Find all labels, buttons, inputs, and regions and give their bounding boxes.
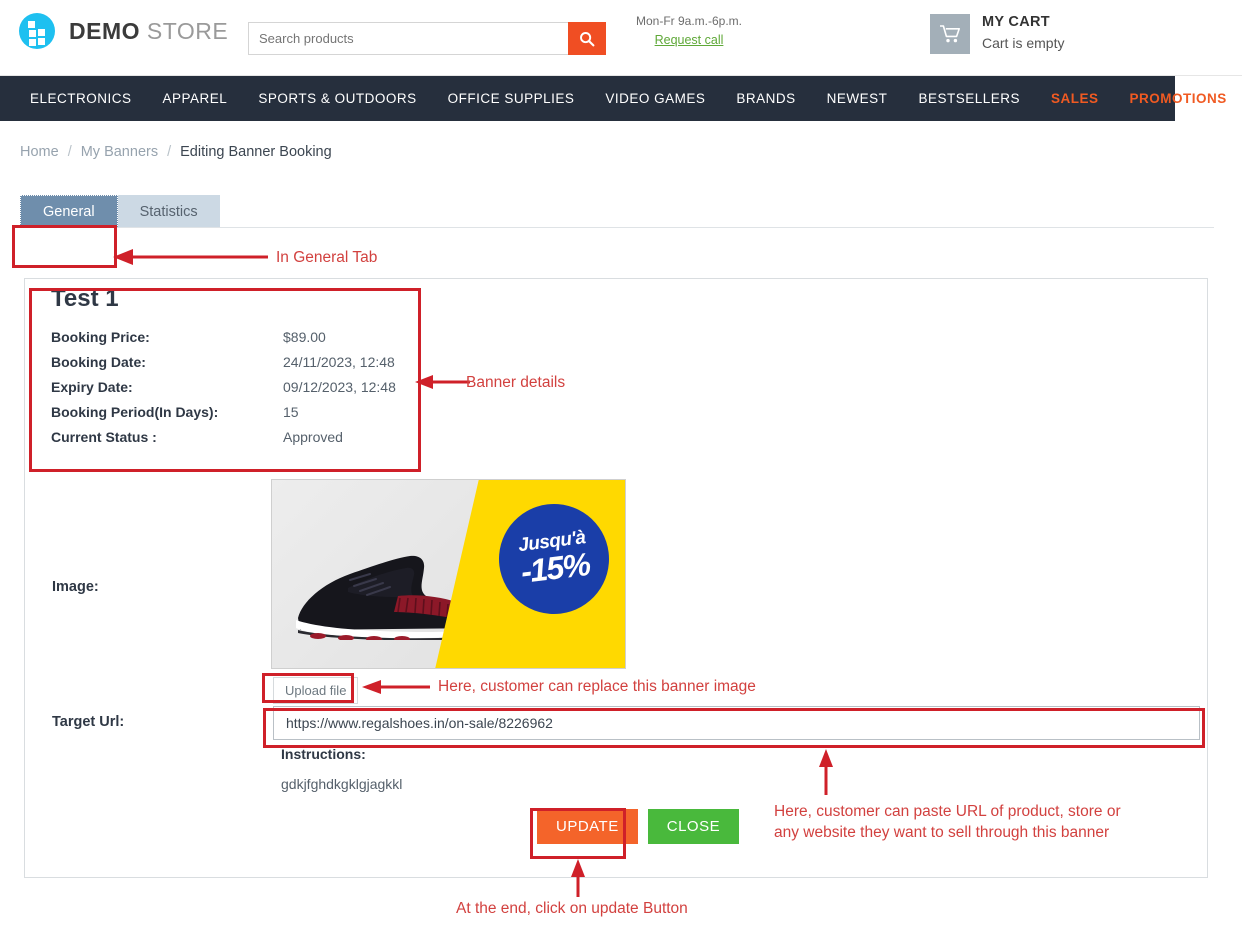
- instructions-text: gdkjfghdkgklgjagkkl: [281, 776, 403, 792]
- site-header: DEMO STORE Mon-Fr 9a.m.-6p.m. Request ca…: [0, 0, 1242, 76]
- detail-label: Booking Period(In Days):: [51, 404, 219, 420]
- target-url-input[interactable]: [273, 706, 1200, 740]
- breadcrumb-my-banners[interactable]: My Banners: [81, 144, 158, 160]
- nav-item-newest[interactable]: NEWEST: [827, 91, 888, 106]
- update-button[interactable]: UPDATE: [537, 809, 638, 844]
- cart-widget[interactable]: MY CART Cart is empty: [930, 14, 1064, 54]
- search-bar: [248, 22, 606, 55]
- nav-item-apparel[interactable]: APPAREL: [163, 91, 228, 106]
- store-hours-block: Mon-Fr 9a.m.-6p.m. Request call: [628, 14, 750, 49]
- shopping-cart-icon: [930, 14, 970, 54]
- detail-value: 09/12/2023, 12:48: [283, 379, 396, 395]
- search-icon: [580, 31, 595, 46]
- grid-squares-logo-icon: [19, 13, 55, 49]
- detail-label: Booking Price:: [51, 329, 150, 345]
- search-button[interactable]: [568, 22, 606, 55]
- target-url-label: Target Url:: [52, 714, 125, 730]
- detail-value: 15: [283, 404, 299, 420]
- annotation-text-update: At the end, click on update Button: [456, 900, 688, 917]
- detail-label: Current Status :: [51, 429, 157, 445]
- search-input[interactable]: [248, 22, 568, 55]
- breadcrumb-separator: /: [167, 144, 172, 160]
- main-navigation: ELECTRONICS APPAREL SPORTS & OUTDOORS OF…: [0, 76, 1226, 121]
- annotation-text-tab: In General Tab: [276, 249, 378, 266]
- nav-item-office-supplies[interactable]: OFFICE SUPPLIES: [448, 91, 575, 106]
- logo-text: DEMO STORE: [69, 18, 228, 45]
- page-title: Test 1: [51, 285, 119, 312]
- logo-text-bold: DEMO: [69, 17, 140, 44]
- tab-bar: General Statistics: [0, 195, 1242, 228]
- form-actions: UPDATE CLOSE: [537, 809, 740, 844]
- detail-row-booking-period: Booking Period(In Days): 15: [51, 404, 422, 420]
- nav-item-brands[interactable]: BRANDS: [736, 91, 795, 106]
- nav-item-sports-outdoors[interactable]: SPORTS & OUTDOORS: [258, 91, 416, 106]
- logo-text-light: STORE: [140, 17, 229, 44]
- detail-value: $89.00: [283, 329, 326, 345]
- badge-line-2: -15%: [518, 545, 592, 590]
- detail-row-booking-date: Booking Date: 24/11/2023, 12:48: [51, 354, 422, 370]
- status-badge: Approved: [283, 429, 343, 445]
- banner-image-right-area: Jusqu'à -15%: [435, 480, 625, 668]
- banner-edit-panel: Test 1 Booking Price: $89.00 Booking Dat…: [24, 278, 1208, 878]
- nav-item-sales[interactable]: SALES: [1051, 91, 1099, 106]
- instructions-label: Instructions:: [281, 746, 366, 762]
- banner-image-preview: Jusqu'à -15%: [271, 479, 626, 669]
- tab-underline: [20, 227, 1214, 228]
- nav-item-electronics[interactable]: ELECTRONICS: [30, 91, 132, 106]
- breadcrumb-current: Editing Banner Booking: [180, 144, 332, 160]
- breadcrumb-home[interactable]: Home: [20, 144, 59, 160]
- request-call-link[interactable]: Request call: [655, 33, 724, 47]
- detail-row-current-status: Current Status : Approved: [51, 429, 422, 445]
- cart-status: Cart is empty: [982, 35, 1065, 51]
- tab-general[interactable]: General: [20, 195, 118, 228]
- detail-row-expiry-date: Expiry Date: 09/12/2023, 12:48: [51, 379, 422, 395]
- close-button[interactable]: CLOSE: [647, 809, 740, 844]
- detail-label: Expiry Date:: [51, 379, 133, 395]
- detail-row-booking-price: Booking Price: $89.00: [51, 329, 422, 345]
- breadcrumb-separator: /: [67, 144, 72, 160]
- site-logo[interactable]: DEMO STORE: [19, 13, 228, 49]
- annotation-box-tab: [12, 225, 117, 268]
- banner-details-block: Test 1 Booking Price: $89.00 Booking Dat…: [29, 285, 422, 454]
- store-hours: Mon-Fr 9a.m.-6p.m.: [635, 14, 743, 28]
- nav-item-bestsellers[interactable]: BESTSELLERS: [918, 91, 1020, 106]
- nav-item-video-games[interactable]: VIDEO GAMES: [605, 91, 705, 106]
- upload-file-button[interactable]: Upload file: [273, 677, 359, 704]
- breadcrumb: Home / My Banners / Editing Banner Booki…: [20, 144, 1242, 160]
- detail-label: Booking Date:: [51, 354, 146, 370]
- cart-title: MY CART: [982, 14, 1050, 30]
- image-field-label: Image:: [52, 579, 99, 595]
- tab-statistics[interactable]: Statistics: [117, 195, 220, 228]
- nav-item-promotions[interactable]: PROMOTIONS: [1130, 91, 1227, 106]
- detail-value: 24/11/2023, 12:48: [283, 354, 395, 370]
